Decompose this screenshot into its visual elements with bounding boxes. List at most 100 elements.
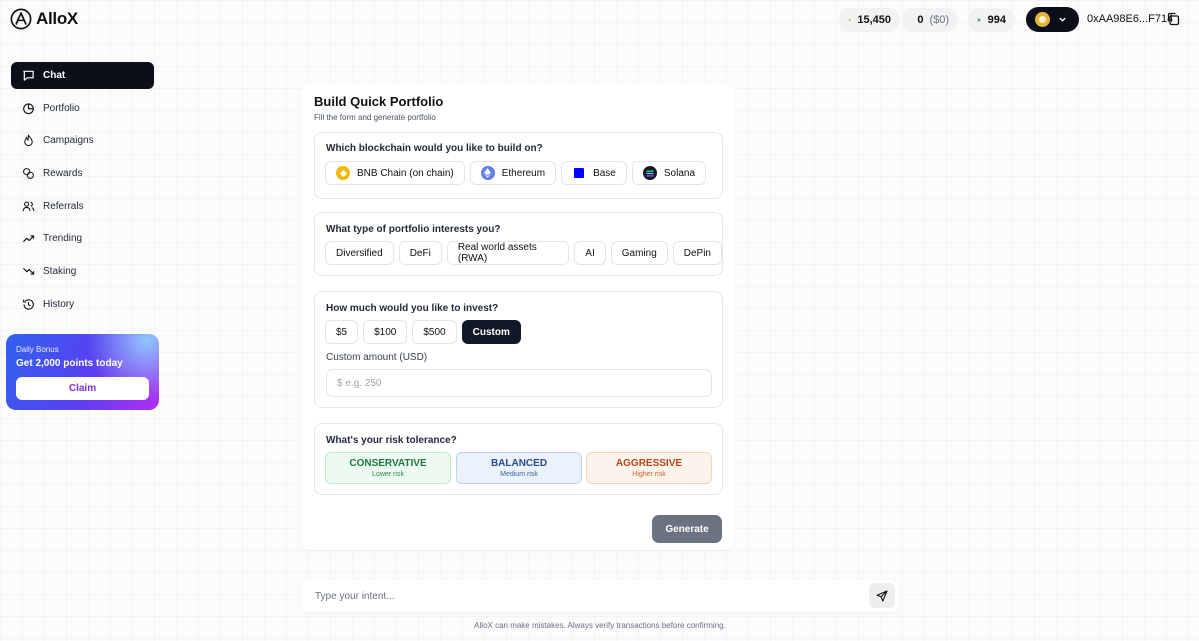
investment-question: How much would you like to invest? xyxy=(326,303,499,314)
history-icon xyxy=(23,299,34,310)
risk-balanced[interactable]: BALANCED Medium risk xyxy=(456,452,582,484)
blockchain-options: BNB Chain (on chain) Ethereum Base Solan… xyxy=(325,161,707,185)
risk-section: What's your risk tolerance? CONSERVATIVE… xyxy=(314,423,723,495)
sidebar-item-chat[interactable]: Chat xyxy=(11,62,154,89)
risk-name: AGGRESSIVE xyxy=(615,458,683,469)
option-bnb-chain[interactable]: BNB Chain (on chain) xyxy=(325,161,465,185)
option-ai[interactable]: AI xyxy=(574,241,606,265)
risk-conservative[interactable]: CONSERVATIVE Lower risk xyxy=(325,452,451,484)
gems-value: 0 xyxy=(917,14,924,26)
option-gaming[interactable]: Gaming xyxy=(610,241,668,265)
brand-name: AlloX xyxy=(36,9,78,28)
sidebar-item-label: Rewards xyxy=(43,168,83,180)
portfolio-type-options: Diversified DeFi Real world assets (RWA)… xyxy=(325,241,722,265)
sidebar-item-campaigns[interactable]: Campaigns xyxy=(11,127,154,154)
page-title: Build Quick Portfolio xyxy=(314,94,444,109)
sidebar-item-label: Trending xyxy=(43,233,83,245)
option-base[interactable]: Base xyxy=(561,161,627,185)
risk-sub: Lower risk xyxy=(372,471,404,478)
points-pill[interactable]: 15,450 xyxy=(839,8,900,32)
arrows-value: 994 xyxy=(987,14,1006,26)
sidebar-item-label: History xyxy=(43,298,75,310)
risk-aggressive[interactable]: AGGRESSIVE Higher risk xyxy=(586,452,712,484)
option-amount-100[interactable]: $100 xyxy=(363,320,408,344)
trending-up-icon xyxy=(22,235,35,243)
risk-name: BALANCED xyxy=(490,458,548,469)
portfolio-type-question: What type of portfolio interests you? xyxy=(326,224,501,235)
trending-down-icon xyxy=(22,267,35,275)
blockchain-section: Which blockchain would you like to build… xyxy=(314,132,723,199)
send-icon xyxy=(876,589,888,602)
solana-icon xyxy=(642,166,657,180)
coins-icon xyxy=(23,168,34,179)
sidebar-item-label: Staking xyxy=(43,266,77,278)
sidebar-item-rewards[interactable]: Rewards xyxy=(11,160,154,187)
custom-amount-input[interactable] xyxy=(326,369,712,397)
wallet-button[interactable] xyxy=(1026,7,1079,32)
disclaimer: AlloX can make mistakes. Always verify t… xyxy=(474,621,726,630)
send-arrow-icon xyxy=(977,18,982,22)
gems-usd: ($0) xyxy=(929,14,949,26)
blockchain-question: Which blockchain would you like to build… xyxy=(326,143,543,154)
chat-composer xyxy=(301,580,899,612)
sidebar-item-staking[interactable]: Staking xyxy=(11,258,154,285)
base-icon xyxy=(574,168,585,178)
bnb-icon xyxy=(336,166,350,180)
chat-icon xyxy=(23,70,34,81)
investment-section: How much would you like to invest? $5 $1… xyxy=(314,291,723,408)
option-depin[interactable]: DePin xyxy=(672,241,722,265)
daily-bonus-card: Daily Bonus Get 2,000 points today Claim xyxy=(6,334,159,410)
quick-portfolio-card: Build Quick Portfolio Fill the form and … xyxy=(301,84,734,550)
claim-button[interactable]: Claim xyxy=(16,377,149,400)
wallet-address: 0xAA98E6...F714 xyxy=(1087,13,1174,25)
sidebar-item-portfolio[interactable]: Portfolio xyxy=(11,95,154,122)
custom-amount-label: Custom amount (USD) xyxy=(326,352,428,363)
generate-button[interactable]: Generate xyxy=(652,515,722,543)
logo[interactable]: AlloX xyxy=(10,8,78,30)
pie-chart-icon xyxy=(23,103,34,114)
top-bar: AlloX 15,450 0 ($0) 994 0xAA98E6...F714 xyxy=(0,0,1199,40)
sidebar-item-referrals[interactable]: Referrals xyxy=(11,193,154,220)
chevron-down-icon xyxy=(1059,17,1066,22)
risk-sub: Medium risk xyxy=(500,471,538,478)
option-rwa[interactable]: Real world assets (RWA) xyxy=(446,241,570,265)
option-ethereum[interactable]: Ethereum xyxy=(469,161,557,185)
ethereum-icon xyxy=(480,166,495,180)
allox-logo-icon xyxy=(10,8,32,30)
risk-sub: Higher risk xyxy=(632,471,666,478)
option-amount-custom[interactable]: Custom xyxy=(461,320,521,344)
users-icon xyxy=(22,201,35,211)
option-label: Base xyxy=(593,167,616,179)
option-diversified[interactable]: Diversified xyxy=(325,241,394,265)
sidebar-item-label: Portfolio xyxy=(43,102,80,114)
sidebar-item-label: Referrals xyxy=(43,200,84,212)
risk-question: What's your risk tolerance? xyxy=(326,435,457,446)
page-subtitle: Fill the form and generate portfolio xyxy=(314,113,436,122)
send-button[interactable] xyxy=(869,583,895,608)
sidebar-item-label: Chat xyxy=(43,70,66,81)
copy-icon[interactable] xyxy=(1166,12,1180,26)
arrows-pill[interactable]: 994 xyxy=(968,8,1015,32)
bonus-eyebrow: Daily Bonus xyxy=(16,345,59,354)
intent-input[interactable] xyxy=(315,588,855,604)
wallet-coin-icon xyxy=(1035,12,1050,27)
coins-icon xyxy=(848,18,851,22)
investment-options: $5 $100 $500 Custom xyxy=(325,320,521,344)
bonus-title: Get 2,000 points today xyxy=(16,358,123,369)
option-label: Ethereum xyxy=(501,167,546,179)
points-value: 15,450 xyxy=(857,14,891,26)
sidebar-item-trending[interactable]: Trending xyxy=(11,225,154,252)
option-amount-5[interactable]: $5 xyxy=(325,320,359,344)
risk-name: CONSERVATIVE xyxy=(349,458,427,469)
option-label: BNB Chain (on chain) xyxy=(357,167,454,179)
sidebar: Chat Portfolio Campaigns Rewards Referra… xyxy=(11,62,154,324)
sidebar-item-history[interactable]: History xyxy=(11,291,154,318)
option-defi[interactable]: DeFi xyxy=(398,241,442,265)
gems-pill[interactable]: 0 ($0) xyxy=(902,8,958,32)
sidebar-item-label: Campaigns xyxy=(43,135,94,147)
portfolio-type-section: What type of portfolio interests you? Di… xyxy=(314,212,723,276)
option-label: Solana xyxy=(663,167,696,179)
option-solana[interactable]: Solana xyxy=(631,161,707,185)
flame-icon xyxy=(24,134,33,147)
option-amount-500[interactable]: $500 xyxy=(412,320,457,344)
